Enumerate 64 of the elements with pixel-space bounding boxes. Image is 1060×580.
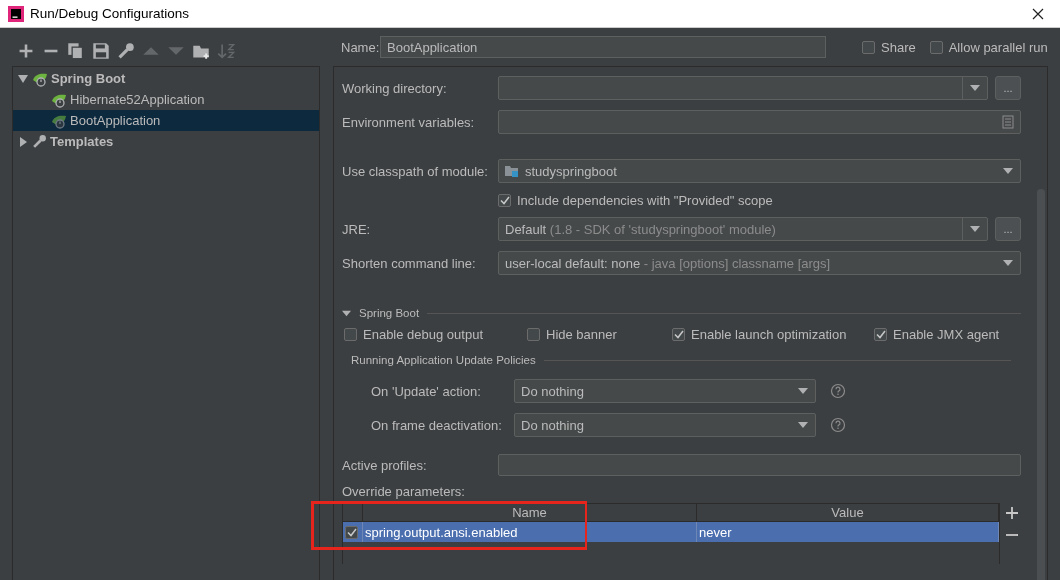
dropdown-field[interactable]: studyspringboot bbox=[498, 159, 1021, 183]
field-label: Override parameters: bbox=[342, 482, 465, 500]
checkbox-label: Allow parallel run bbox=[948, 39, 1048, 55]
app-logo-icon bbox=[8, 5, 24, 22]
collapsed-arrow-icon[interactable] bbox=[17, 135, 29, 148]
dropdown-arrow-icon bbox=[970, 85, 980, 91]
checkbox-label: Hide banner bbox=[546, 326, 617, 342]
tree-item[interactable]: Hibernate52Application bbox=[13, 89, 319, 110]
input-field[interactable] bbox=[498, 110, 1021, 134]
checkbox[interactable] bbox=[929, 40, 943, 54]
table-cell: never bbox=[697, 522, 999, 542]
tree-item[interactable]: Spring Boot bbox=[13, 68, 319, 89]
wrench-icon bbox=[32, 134, 47, 149]
checkbox-label: Enable launch optimization bbox=[691, 326, 847, 342]
field-label: On 'Update' action: bbox=[371, 383, 482, 399]
tree-item[interactable]: Templates bbox=[13, 131, 319, 152]
checkbox-label: Enable debug output bbox=[363, 326, 483, 342]
expanded-arrow-icon[interactable] bbox=[342, 308, 351, 318]
group-title: Running Application Update Policies bbox=[351, 354, 536, 366]
section-title: Spring Boot bbox=[359, 307, 420, 319]
window-title: Run/Debug Configurations bbox=[30, 6, 190, 21]
dropdown-arrow-icon bbox=[1003, 168, 1013, 174]
save-icon[interactable] bbox=[92, 41, 110, 60]
field-label: On frame deactivation: bbox=[371, 417, 503, 433]
dropdown-arrow-icon bbox=[970, 226, 980, 232]
browse-button[interactable]: ... bbox=[995, 217, 1021, 241]
browse-button[interactable]: ... bbox=[995, 76, 1021, 100]
dropdown-arrow-icon bbox=[798, 388, 808, 394]
checkbox-label: Share bbox=[881, 39, 916, 55]
checkbox[interactable] bbox=[344, 327, 357, 341]
copy-icon[interactable] bbox=[67, 41, 85, 60]
module-folder-icon bbox=[505, 165, 519, 177]
checkbox[interactable] bbox=[862, 40, 875, 54]
close-icon[interactable] bbox=[1032, 7, 1044, 20]
checkbox[interactable] bbox=[874, 327, 887, 341]
dropdown-field[interactable]: Do nothing bbox=[514, 413, 816, 437]
field-label: Environment variables: bbox=[342, 114, 476, 130]
dropdown-field[interactable] bbox=[498, 76, 988, 100]
dropdown-field[interactable]: Do nothing bbox=[514, 379, 816, 403]
dropdown-field[interactable]: Default (1.8 - SDK of 'studyspringboot' module) bbox=[498, 217, 988, 241]
input-field[interactable] bbox=[498, 454, 1021, 476]
checkbox[interactable] bbox=[527, 327, 540, 341]
checkbox[interactable] bbox=[672, 327, 685, 341]
checkbox-label: Include dependencies with "Provided" scope bbox=[517, 192, 773, 208]
checkbox[interactable] bbox=[345, 525, 358, 539]
dropdown-arrow-icon bbox=[798, 422, 808, 428]
checkbox[interactable] bbox=[498, 193, 511, 207]
help-icon[interactable] bbox=[830, 417, 846, 433]
name-field[interactable]: BootApplication bbox=[380, 36, 826, 58]
field-label: Working directory: bbox=[342, 80, 448, 96]
name-label: Name: bbox=[341, 39, 380, 55]
help-icon[interactable] bbox=[830, 383, 846, 399]
add-icon[interactable] bbox=[1006, 507, 1018, 519]
tree-item[interactable]: BootApplication bbox=[13, 110, 319, 131]
checkbox-label: Enable JMX agent bbox=[893, 326, 1000, 342]
field-label: Active profiles: bbox=[342, 457, 428, 473]
field-label: JRE: bbox=[342, 221, 372, 237]
wrench-icon[interactable] bbox=[117, 41, 135, 60]
field-label: Use classpath of module: bbox=[342, 163, 489, 179]
dropdown-arrow-icon bbox=[1003, 260, 1013, 266]
table-row[interactable]: spring.output.ansi.enabled never bbox=[343, 522, 999, 542]
field-label: Shorten command line: bbox=[342, 255, 477, 271]
expanded-arrow-icon[interactable] bbox=[17, 72, 29, 85]
dropdown-field[interactable]: user-local default: none - java [options] classname [args] bbox=[498, 251, 1021, 275]
